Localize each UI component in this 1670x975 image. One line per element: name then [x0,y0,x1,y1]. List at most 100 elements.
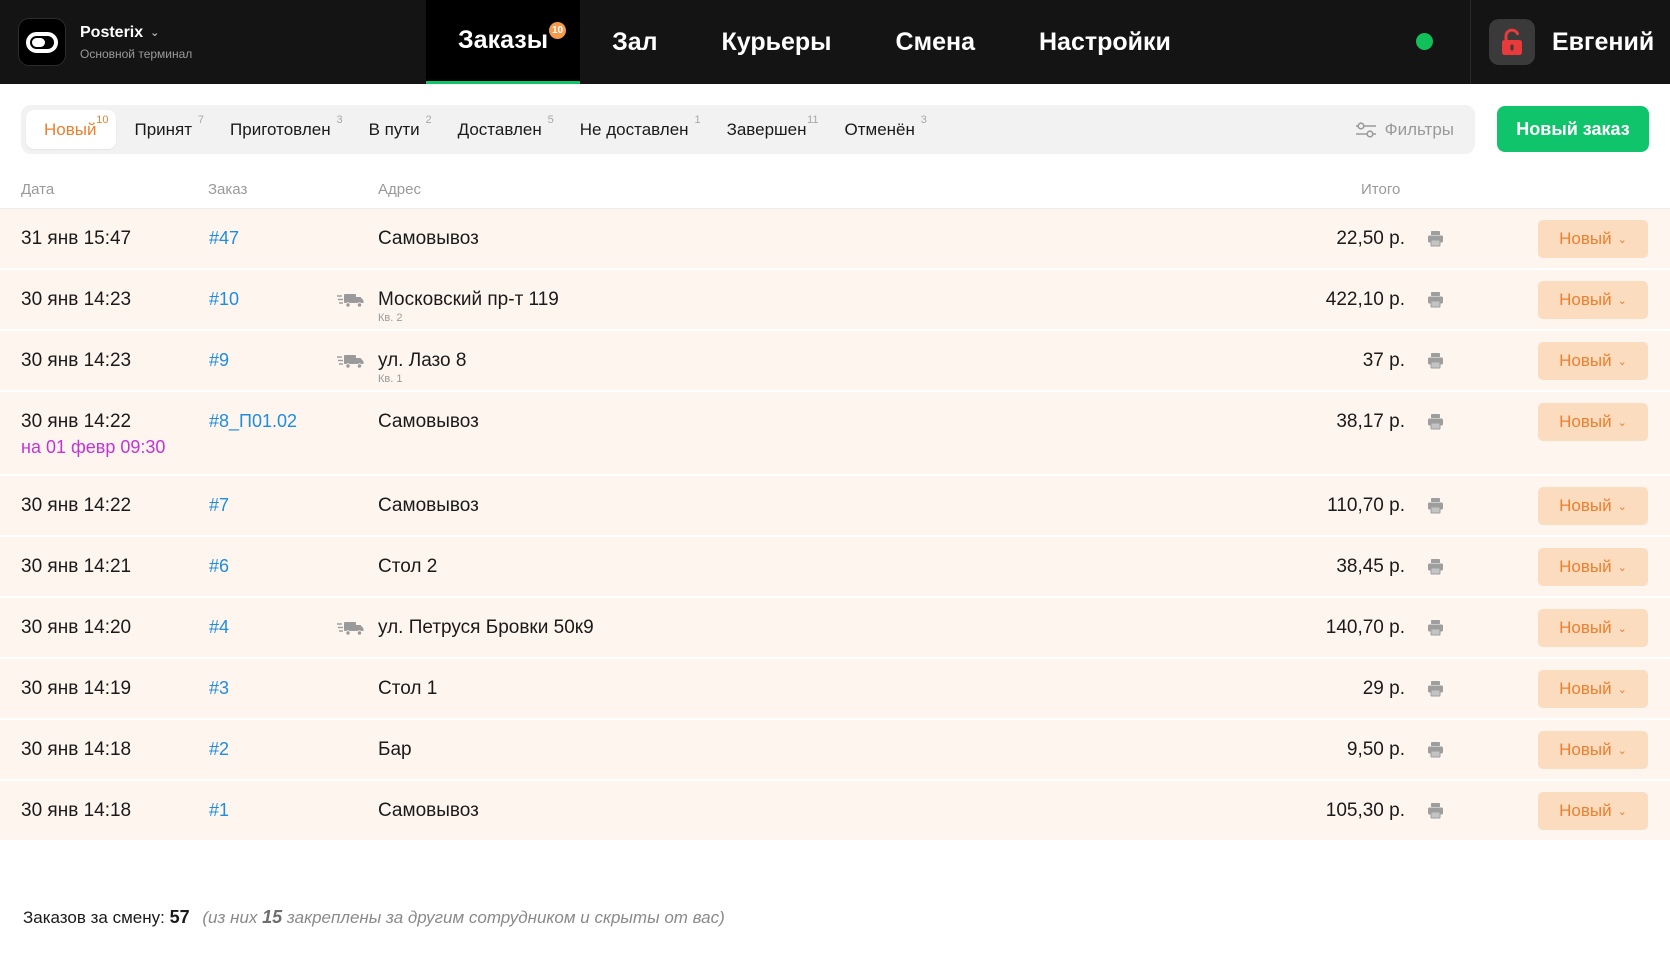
printer-icon[interactable] [1427,619,1444,641]
order-row[interactable]: 30 янв 14:20 #4 ул. Петруся Бровки 50к9 140… [0,598,1670,659]
chevron-down-icon: ⌄ [1617,561,1627,574]
order-row[interactable]: 31 янв 15:47 #47 Самовывоз 22,50 р. Новый ⌄ [0,209,1670,270]
order-date: 30 янв 14:18 [21,800,131,822]
order-number-link[interactable]: #9 [209,350,229,371]
order-number-link[interactable]: #2 [209,739,229,760]
order-total: 110,70 р. [1327,495,1405,516]
order-number-link[interactable]: #3 [209,678,229,699]
status-tab-not-delivered[interactable]: Не доставлен 1 [562,110,709,149]
order-number-link[interactable]: #8_П01.02 [209,411,297,432]
status-filter-bar: Новый 10 Принят 7 Приготовлен 3 В пути 2… [21,105,1475,154]
hidden-orders-count: 15 [262,907,283,927]
order-row[interactable]: 30 янв 14:22 #7 Самовывоз 110,70 р. Новый ⌄ [0,476,1670,537]
order-address-text: Бар [378,739,412,760]
printer-icon[interactable] [1427,680,1444,702]
user-name[interactable]: Евгений [1552,28,1654,57]
order-number-link[interactable]: #6 [209,556,229,577]
nav-tab-label: Смена [895,27,975,56]
order-total: 9,50 р. [1346,739,1405,760]
printer-icon[interactable] [1427,802,1444,824]
order-total: 422,10 р. [1325,289,1405,310]
order-row[interactable]: 30 янв 14:18 #2 Бар 9,50 р. Новый ⌄ [0,720,1670,781]
printer-icon[interactable] [1427,497,1444,519]
orders-table-header: Дата Заказ Адрес Итого [0,170,1670,209]
status-tab-on-the-way[interactable]: В пути 2 [351,110,440,149]
printer-icon[interactable] [1427,230,1444,252]
status-tab-completed[interactable]: Завершен 11 [709,110,827,149]
brand-switcher[interactable]: Posterix ⌄ Основной терминал [18,18,192,66]
order-date-text: 30 янв 14:21 [21,556,132,577]
order-status-dropdown[interactable]: Новый ⌄ [1538,281,1648,319]
order-number-link[interactable]: #7 [209,495,229,516]
column-header-date: Дата [21,181,55,198]
printer-icon[interactable] [1427,741,1444,763]
status-tab-cooked[interactable]: Приготовлен 3 [212,110,351,149]
printer-icon[interactable] [1427,352,1444,374]
order-status-dropdown[interactable]: Новый ⌄ [1538,220,1648,258]
nav-tab-hall[interactable]: Зал [580,0,689,84]
order-status-dropdown[interactable]: Новый ⌄ [1538,342,1648,380]
status-tab-delivered[interactable]: Доставлен 5 [440,110,562,149]
apartment-number: Кв. 2 [378,312,403,324]
order-status-label: Новый [1559,557,1612,576]
order-address: Самовывоз [378,228,479,250]
order-status-dropdown[interactable]: Новый ⌄ [1538,731,1648,769]
nav-tab-orders[interactable]: Заказы 10 [426,0,581,84]
status-tab-new[interactable]: Новый 10 [26,110,117,149]
order-status-dropdown[interactable]: Новый ⌄ [1538,670,1648,708]
order-total: 105,30 р. [1325,800,1405,821]
order-row[interactable]: 30 янв 14:22 на 01 февр 09:30 #8_П01.02 Сам… [0,392,1670,476]
order-status-dropdown[interactable]: Новый ⌄ [1538,548,1648,586]
shift-orders-label: Заказов за смену: [23,908,165,927]
order-date: 30 янв 14:22 на 01 февр 09:30 [21,411,165,458]
status-tab-count: 10 [96,114,109,126]
order-row[interactable]: 30 янв 14:18 #1 Самовывоз 105,30 р. Новый ⌄ [0,781,1670,842]
order-number-link[interactable]: #4 [209,617,229,638]
order-address: Стол 1 [378,678,437,700]
order-row[interactable]: 30 янв 14:21 #6 Стол 2 38,45 р. Новый ⌄ [0,537,1670,598]
hidden-note-prefix: (из них [202,908,258,927]
order-row[interactable]: 30 янв 14:23 #9 ул. Лазо 8 Кв. 1 37 р. Новый ⌄ [0,331,1670,392]
order-number-link[interactable]: #1 [209,800,229,821]
status-tab-label: В пути [368,119,420,139]
order-status-dropdown[interactable]: Новый ⌄ [1538,403,1648,441]
status-tab-accepted[interactable]: Принят 7 [116,110,212,149]
order-row[interactable]: 30 янв 14:19 #3 Стол 1 29 р. Новый ⌄ [0,659,1670,720]
status-tab-count: 5 [547,114,554,126]
chevron-down-icon: ⌄ [1617,416,1627,429]
order-number-link[interactable]: #10 [209,289,239,310]
chevron-down-icon: ⌄ [1617,622,1627,635]
nav-tab-shift[interactable]: Смена [864,0,1007,84]
printer-icon[interactable] [1427,558,1444,580]
new-order-button[interactable]: Новый заказ [1497,106,1649,152]
status-tab-label: Принят [134,119,193,139]
nav-tab-settings[interactable]: Настройки [1007,0,1203,84]
order-address: ул. Петруся Бровки 50к9 [378,617,594,639]
order-status-label: Новый [1559,740,1612,759]
order-status-dropdown[interactable]: Новый ⌄ [1538,487,1648,525]
order-date: 30 янв 14:20 [21,617,131,639]
order-status-dropdown[interactable]: Новый ⌄ [1538,609,1648,647]
nav-tab-label: Настройки [1039,27,1171,56]
order-address-text: Московский пр-т 119 [378,289,559,310]
chevron-down-icon: ⌄ [1617,294,1627,307]
column-header-total: Итого [1361,181,1401,198]
scheduled-time: на 01 февр 09:30 [21,437,166,457]
order-date-text: 30 янв 14:23 [21,289,132,310]
printer-icon[interactable] [1427,291,1444,313]
order-date-text: 30 янв 14:18 [21,800,132,821]
order-row[interactable]: 30 янв 14:23 #10 Московский пр-т 119 Кв. 2 4… [0,270,1670,331]
lock-button[interactable] [1489,19,1535,65]
status-tab-cancelled[interactable]: Отменён 3 [827,110,935,149]
filters-button[interactable]: Фильтры [1355,105,1454,154]
chevron-down-icon: ⌄ [1617,500,1627,513]
status-tab-label: Отменён [844,119,915,139]
nav-tab-couriers[interactable]: Курьеры [690,0,864,84]
order-number-link[interactable]: #47 [209,228,239,249]
order-date-text: 30 янв 14:22 [21,411,132,432]
printer-icon[interactable] [1427,413,1444,435]
status-tab-label: Новый [44,119,97,139]
hidden-note-suffix: закреплены за другим сотрудником и скрыт… [286,908,725,927]
nav-tab-label: Зал [612,27,658,56]
order-status-dropdown[interactable]: Новый ⌄ [1538,792,1648,830]
